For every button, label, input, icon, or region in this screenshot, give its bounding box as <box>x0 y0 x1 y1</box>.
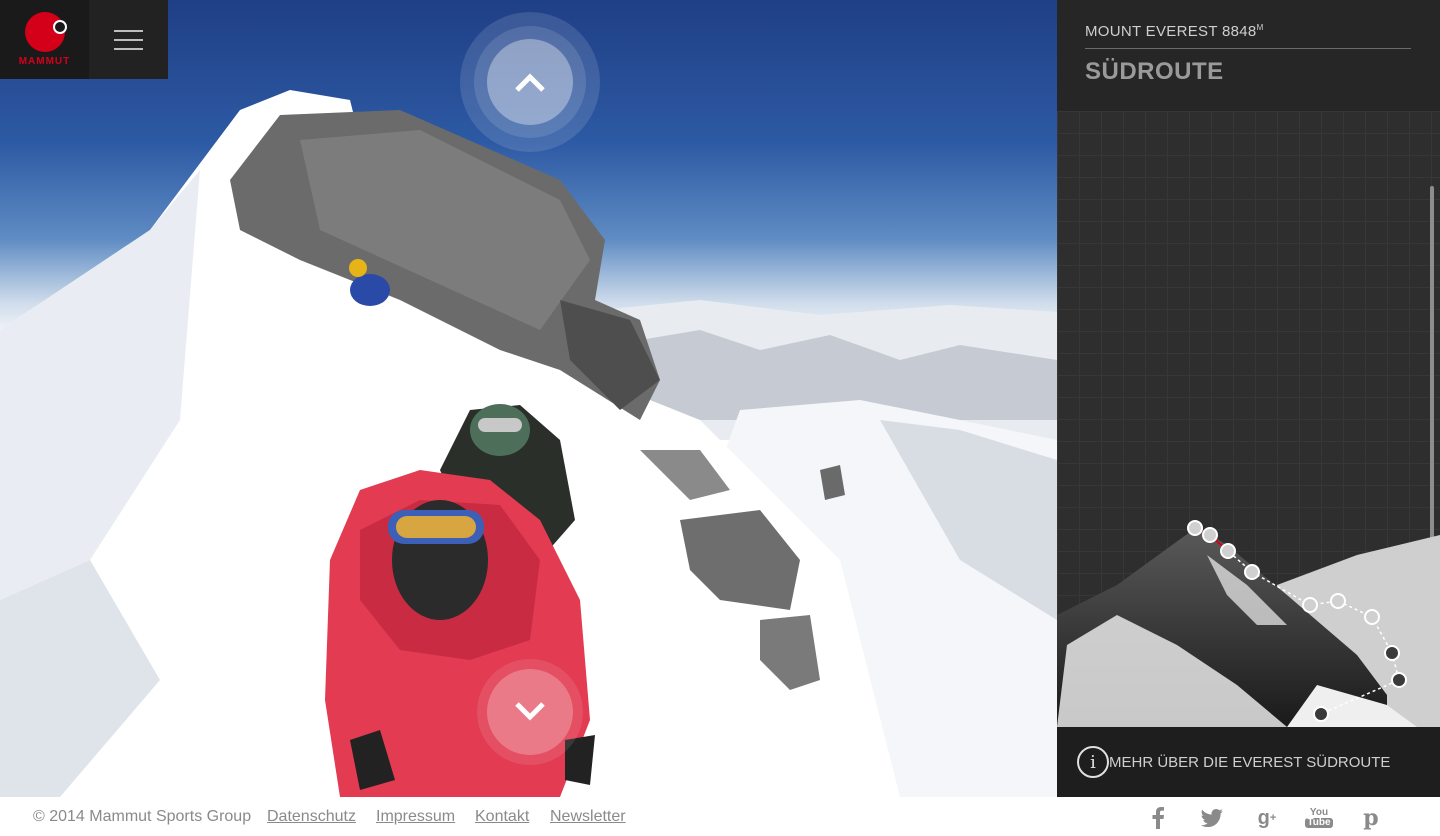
navigate-up-button[interactable] <box>460 12 600 152</box>
youtube-tube: Tube <box>1305 817 1333 828</box>
footer-link-newsletter[interactable]: Newsletter <box>550 808 626 826</box>
hamburger-line <box>114 38 143 41</box>
google-plus-icon[interactable]: g + <box>1254 805 1280 831</box>
brand-name: MAMMUT <box>18 56 71 67</box>
nav-up-core <box>487 39 573 125</box>
navigate-down-button[interactable] <box>487 669 573 755</box>
footer-link-kontakt[interactable]: Kontakt <box>475 808 529 826</box>
twitter-icon[interactable] <box>1199 805 1225 831</box>
chevron-up-icon <box>515 73 545 92</box>
waypoint-marker[interactable] <box>1313 706 1329 722</box>
waypoint-marker[interactable] <box>1330 593 1346 609</box>
mountain-name: MOUNT EVEREST 8848M <box>1085 23 1411 49</box>
mammut-logo[interactable]: MAMMUT <box>0 0 89 79</box>
waypoint-marker[interactable] <box>1202 527 1218 543</box>
waypoint-marker[interactable] <box>1302 597 1318 613</box>
footer: © 2014 Mammut Sports Group Datenschutz I… <box>0 797 1440 836</box>
footer-link-impressum[interactable]: Impressum <box>376 808 455 826</box>
chevron-down-icon <box>515 702 545 721</box>
waypoint-marker[interactable] <box>1384 645 1400 661</box>
route-info-label: MEHR ÜBER DIE EVEREST SÜDROUTE <box>1109 753 1391 771</box>
route-info-link[interactable]: i MEHR ÜBER DIE EVEREST SÜDROUTE <box>1057 727 1440 797</box>
hamburger-menu-icon <box>114 29 143 32</box>
route-title: SÜDROUTE <box>1085 58 1224 85</box>
pinterest-icon[interactable]: p <box>1358 805 1384 831</box>
menu-button[interactable] <box>89 0 168 79</box>
footer-link-datenschutz[interactable]: Datenschutz <box>267 808 356 826</box>
facebook-icon[interactable] <box>1145 805 1171 831</box>
waypoint-marker[interactable] <box>1391 672 1407 688</box>
mammoth-logo-icon <box>24 12 67 52</box>
panorama-viewer[interactable]: MAMMUT <box>0 0 1057 797</box>
mountain-name-text: MOUNT EVEREST 8848 <box>1085 23 1257 40</box>
sidebar-header: MOUNT EVEREST 8848M SÜDROUTE <box>1057 0 1440 111</box>
waypoint-marker[interactable] <box>1187 520 1203 536</box>
waypoint-marker[interactable] <box>1244 564 1260 580</box>
copyright: © 2014 Mammut Sports Group <box>33 808 252 825</box>
route-map[interactable] <box>1057 515 1440 727</box>
route-sidebar: MOUNT EVEREST 8848M SÜDROUTE i MEHR ÜBER… <box>1057 0 1440 797</box>
youtube-icon[interactable]: You Tube <box>1305 805 1333 831</box>
hamburger-line <box>114 47 143 50</box>
waypoint-marker[interactable] <box>1220 543 1236 559</box>
nav-up-ring <box>474 26 586 138</box>
info-icon: i <box>1077 746 1109 778</box>
waypoint-marker[interactable] <box>1364 609 1380 625</box>
mountain-unit: M <box>1256 23 1264 32</box>
